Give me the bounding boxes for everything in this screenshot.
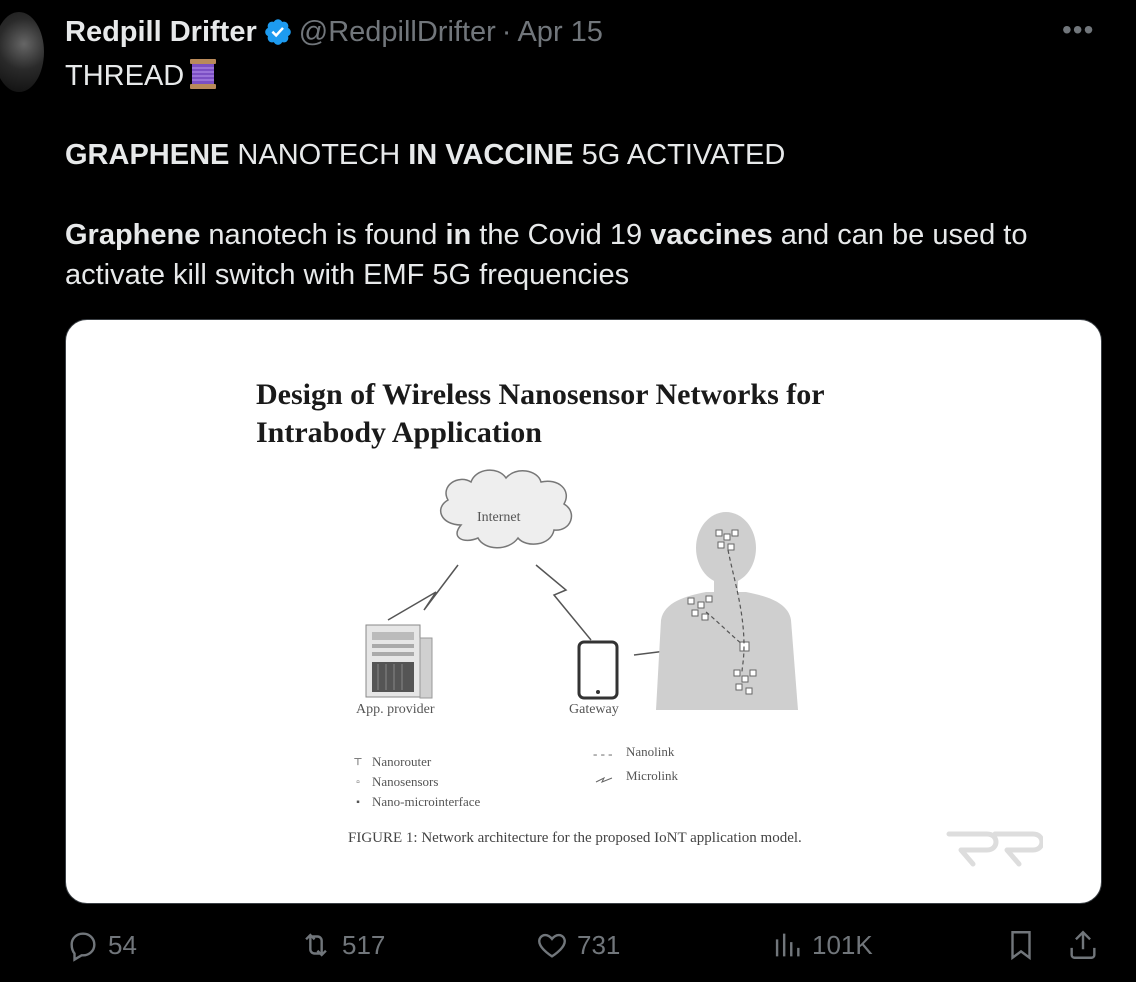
more-options-icon[interactable]: ••• bbox=[1062, 16, 1094, 44]
post-text-line1: THREAD bbox=[65, 56, 220, 96]
verified-badge-icon bbox=[264, 19, 291, 45]
heart-icon bbox=[538, 933, 566, 958]
figure-caption: FIGURE 1: Network architecture for the p… bbox=[348, 830, 802, 846]
views-count: 101K bbox=[812, 929, 873, 960]
nanorouter-icon: ⊤ bbox=[353, 756, 363, 768]
like-button[interactable]: 731 bbox=[535, 928, 620, 962]
bookmark-icon bbox=[1011, 931, 1031, 961]
legend-nanosensors: ▫ Nanosensors bbox=[352, 774, 438, 790]
legend-label: Nanorouter bbox=[372, 754, 432, 769]
legend-label: Nano-microinterface bbox=[372, 794, 481, 809]
human-body-icon bbox=[656, 512, 798, 710]
internet-label: Internet bbox=[477, 510, 521, 525]
views-chart-icon bbox=[775, 933, 800, 957]
nano-microinterface-icon: ▪ bbox=[356, 796, 360, 808]
legend-label: Microlink bbox=[626, 768, 678, 783]
reply-button[interactable]: 54 bbox=[66, 928, 137, 962]
network-diagram: - - - bbox=[365, 469, 798, 783]
text-bold: IN VACCINE bbox=[408, 139, 574, 171]
legend-microlink-icon bbox=[595, 776, 613, 783]
server-icon bbox=[365, 624, 433, 699]
share-button[interactable] bbox=[1066, 928, 1108, 962]
post-text-line4: activate kill switch with EMF 5G frequen… bbox=[65, 259, 630, 291]
post-text-line2: GRAPHENE NANOTECH IN VACCINE 5G ACTIVATE… bbox=[65, 135, 785, 175]
bookmark-button[interactable] bbox=[1004, 928, 1046, 962]
repost-icon bbox=[305, 933, 327, 957]
internet-cloud-icon bbox=[439, 469, 573, 549]
legend-nanorouter: ⊤ Nanorouter bbox=[352, 754, 431, 770]
microlink-line bbox=[535, 564, 592, 641]
watermark-logo-icon bbox=[946, 831, 1043, 867]
post-header: Redpill Drifter @RedpillDrifter · Apr 15 bbox=[65, 12, 603, 52]
text-bold: GRAPHENE bbox=[65, 139, 230, 171]
text-normal: and can be used to bbox=[772, 219, 1028, 251]
text-normal: nanotech is found bbox=[200, 219, 446, 251]
legend-nanolink-icon: - - - bbox=[593, 746, 613, 761]
app-provider-label: App. provider bbox=[356, 702, 435, 717]
thread-spool-icon bbox=[190, 59, 217, 89]
gateway-label: Gateway bbox=[569, 702, 619, 717]
text-bold: vaccines bbox=[650, 219, 773, 251]
action-bar: 54 517 731 101K bbox=[0, 928, 1136, 968]
post-date[interactable]: Apr 15 bbox=[517, 16, 602, 49]
text-bold: Graphene bbox=[65, 219, 201, 251]
legend-label: Nanosensors bbox=[372, 774, 439, 789]
author-name[interactable]: Redpill Drifter bbox=[65, 16, 257, 49]
reply-icon bbox=[70, 932, 96, 962]
legend-nanolink: Nanolink bbox=[626, 744, 674, 760]
repost-count: 517 bbox=[342, 929, 386, 960]
author-handle[interactable]: @RedpillDrifter bbox=[299, 16, 496, 49]
gateway-tablet-icon bbox=[577, 640, 619, 700]
post-media-image[interactable]: Design of Wireless Nanosensor Networks f… bbox=[65, 319, 1102, 904]
separator-dot: · bbox=[501, 15, 512, 48]
text-bold: in bbox=[445, 219, 472, 251]
repost-button[interactable]: 517 bbox=[298, 928, 385, 962]
text-normal: the Covid 19 bbox=[471, 219, 651, 251]
legend-nano-microinterface: ▪ Nano-microinterface bbox=[352, 794, 480, 810]
microlink-line bbox=[387, 564, 459, 621]
post-text-line3: Graphene nanotech is found in the Covid … bbox=[65, 215, 1028, 255]
legend-label: Nanolink bbox=[626, 744, 675, 759]
text-normal: 5G ACTIVATED bbox=[573, 139, 786, 171]
legend-microlink: Microlink bbox=[626, 768, 678, 784]
nanosensor-icon: ▫ bbox=[356, 776, 360, 788]
like-count: 731 bbox=[577, 929, 621, 960]
views-button[interactable]: 101K bbox=[770, 928, 873, 962]
text-normal: NANOTECH bbox=[229, 139, 409, 171]
reply-count: 54 bbox=[108, 929, 137, 960]
share-icon bbox=[1070, 930, 1096, 959]
thread-label: THREAD bbox=[65, 60, 185, 92]
avatar[interactable] bbox=[0, 12, 44, 92]
